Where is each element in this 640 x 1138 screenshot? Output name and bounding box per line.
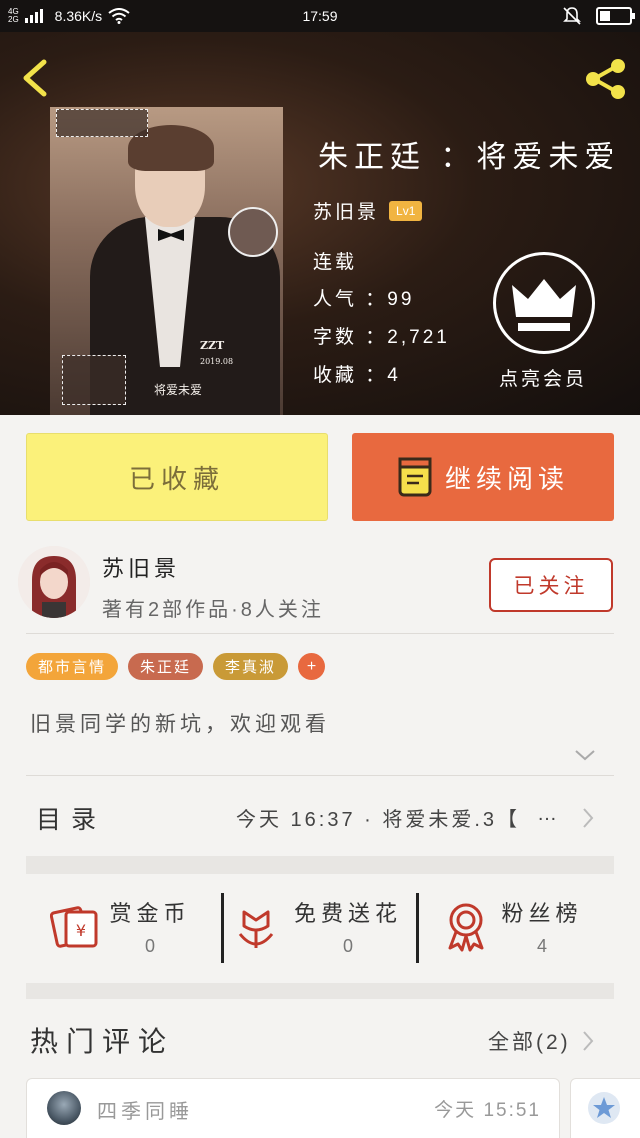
follow-button[interactable]: 已关注 [489,558,613,612]
medal-icon[interactable] [444,902,488,952]
stat-fans[interactable]: 粉丝榜 4 [498,896,586,957]
svg-text:¥: ¥ [76,921,86,940]
vip-button[interactable] [493,252,595,354]
battery-icon [596,7,635,25]
book-author[interactable]: 苏旧景 [313,197,379,224]
crown-icon [512,279,576,331]
chevron-right-icon [583,808,594,828]
collected-button[interactable]: 已收藏 [26,433,328,521]
vip-label[interactable]: 点亮会员 [499,364,587,391]
chevron-down-icon[interactable] [574,748,596,762]
commenter-avatar[interactable] [47,1091,81,1125]
star-badge-icon [588,1092,620,1124]
collected-label: 已收藏 [128,463,225,494]
book-popularity: 人气 ：99 [313,289,415,310]
hot-comments-title: 热门评论 [30,1026,175,1057]
stat-value: 4 [536,936,547,956]
clock: 17:59 [302,8,338,24]
all-comments-link[interactable]: 全部(2) [488,1026,571,1056]
status-bar: 4G 2G 8.36K/s 17:59 [0,0,640,32]
add-tag-button[interactable]: + [298,653,326,680]
stat-label: 赏金币 [109,901,191,926]
stat-label: 免费送花 [293,901,402,926]
book-favorites: 收藏 ：4 [313,365,401,386]
book-title: 朱正廷 ：将爱未爱 [318,141,621,174]
commenter-name[interactable]: 四季同睡 [97,1095,193,1124]
toc-latest-chapter: 今天 16:37 · 将爱未爱.3【 [236,809,521,831]
flower-icon[interactable] [234,904,278,952]
divider [416,893,419,963]
divider [26,633,614,634]
cover-date: 2019.08 [200,357,234,366]
book-icon [398,457,432,497]
red-envelope-icon[interactable]: ¥ [50,902,100,952]
book-word-count: 字数 ：2,721 [313,327,450,348]
stat-value: 0 [342,936,353,956]
cover-tag: ZZT [200,339,225,352]
stat-value: 0 [144,936,155,956]
cover-caption: 将爱未爱 [154,383,203,397]
level-badge: Lv1 [389,200,423,221]
tag-item[interactable]: 李真淑 [213,653,289,680]
tag-list: 都市言情 朱正廷 李真淑 + [26,653,326,680]
comment-card[interactable]: 四季同睡 今天 15:51 [26,1078,560,1138]
book-status: 连载 [313,252,358,273]
book-author-row: 苏旧景 Lv1 [313,197,423,224]
author-subtitle: 著有2部作品·8人关注 [102,599,324,621]
author-name[interactable]: 苏旧景 [102,551,180,583]
continue-reading-label: 继续阅读 [444,463,569,494]
book-header: ZZT 2019.08 将爱未爱 朱正廷 ：将爱未爱 苏旧景 Lv1 连载 人气… [0,32,640,415]
bell-muted-icon [563,7,581,25]
continue-reading-button[interactable]: 继续阅读 [352,433,614,521]
comment-time: 今天 15:51 [434,1100,541,1121]
section-separator [26,983,614,999]
author-avatar[interactable] [18,546,90,618]
stat-free-flowers[interactable]: 免费送花 0 [290,896,406,957]
stat-coins[interactable]: 赏金币 0 [108,896,192,957]
tag-item[interactable]: 都市言情 [26,653,119,680]
toc-ellipsis: … [537,803,557,825]
comment-card[interactable] [570,1078,640,1138]
tag-item[interactable]: 朱正廷 [128,653,204,680]
share-icon[interactable] [580,56,630,102]
book-description: 旧景同学的新坑，欢迎观看 [30,713,330,736]
divider [221,893,224,963]
back-arrow-icon[interactable] [18,58,52,98]
toc-label: 目录 [36,806,107,834]
divider [26,775,614,776]
chevron-right-icon [583,1031,594,1051]
stat-label: 粉丝榜 [501,901,583,926]
section-separator [26,856,614,874]
follow-label: 已关注 [513,575,589,598]
book-cover[interactable]: ZZT 2019.08 将爱未爱 [50,107,283,415]
